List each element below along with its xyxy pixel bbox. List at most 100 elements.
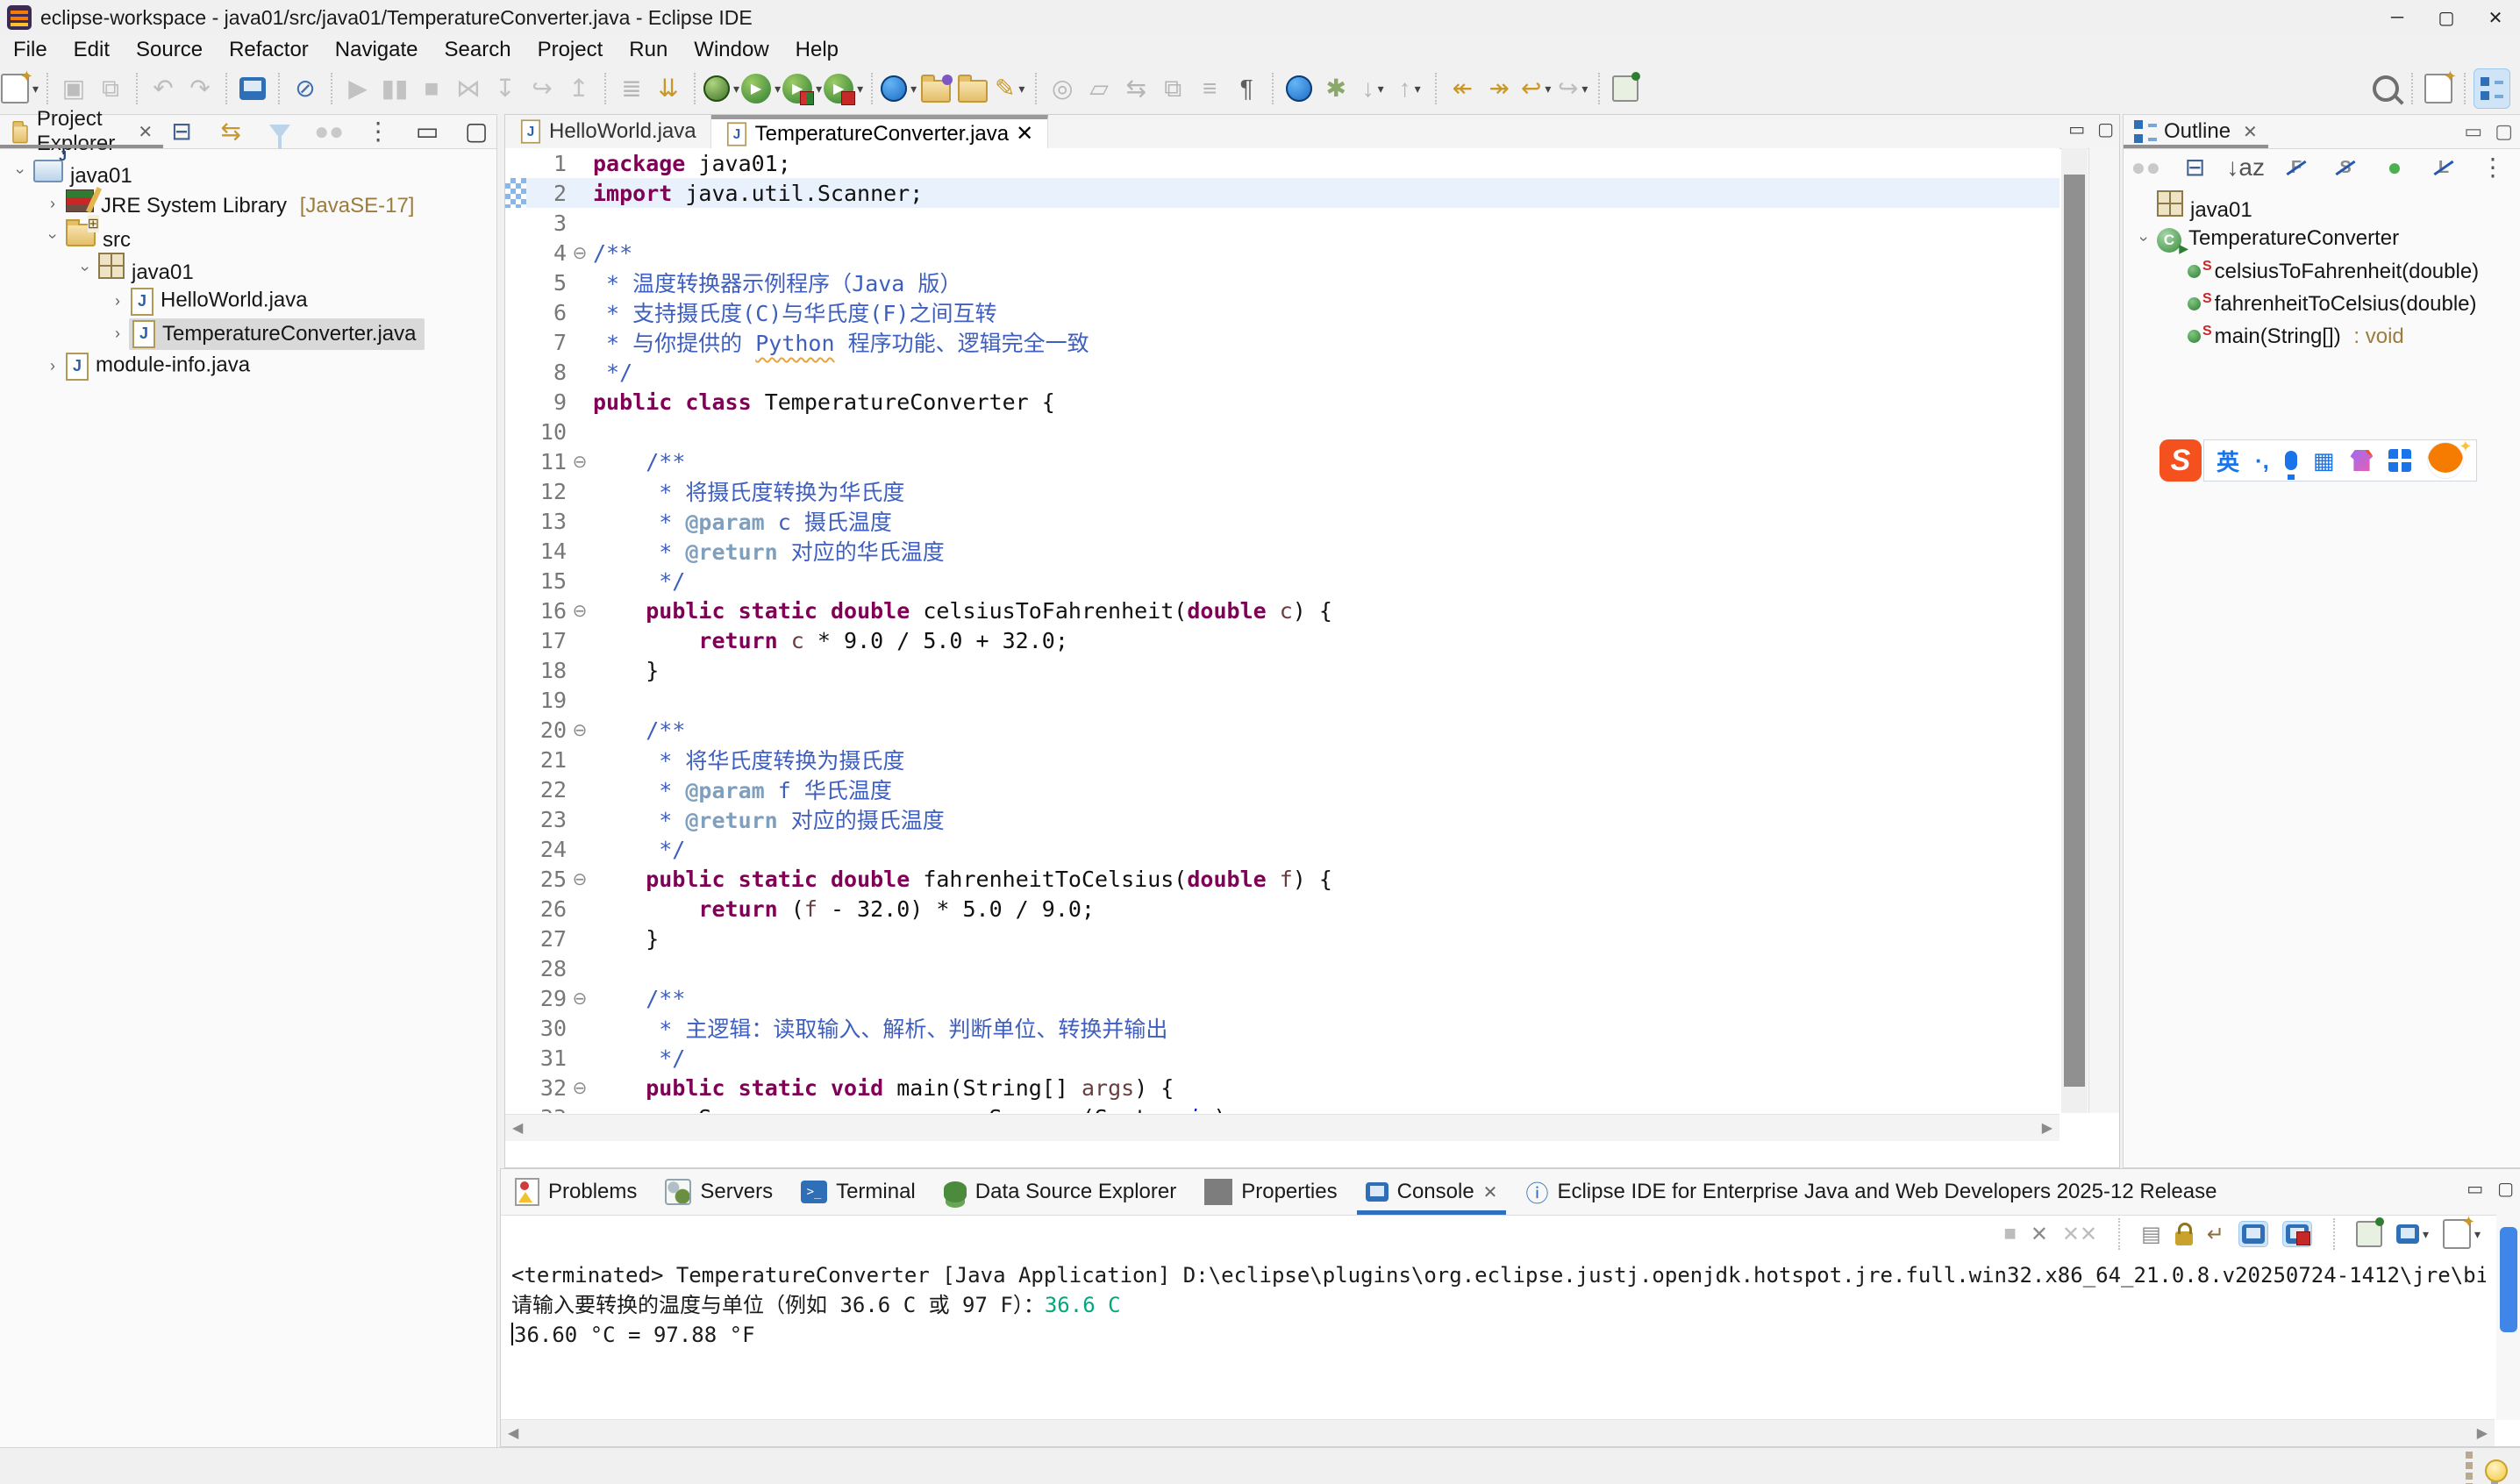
code-line-26[interactable]: 26 return (f - 32.0) * 5.0 / 9.0; [505, 894, 2060, 924]
ime-language-mode-button[interactable]: 英 [2217, 445, 2239, 477]
team-sync-icon[interactable]: ⇆ [1118, 69, 1153, 108]
explorer-item-java01[interactable]: ›java01 [0, 253, 496, 285]
code-line-8[interactable]: 8 */ [505, 357, 2060, 387]
code-line-33[interactable]: 33 Scanner scanner = new Scanner(System.… [505, 1102, 2060, 1113]
explorer-item-temperatureconverter-java[interactable]: ›JTemperatureConverter.java [0, 317, 496, 350]
web-browser-icon[interactable] [1281, 69, 1317, 108]
scrollbar-thumb[interactable] [2500, 1227, 2517, 1332]
hide-static-icon[interactable]: S [2328, 148, 2363, 187]
explorer-item-module-info-java[interactable]: ›Jmodule-info.java [0, 350, 496, 382]
code-line-24[interactable]: 24 */ [505, 834, 2060, 864]
code-line-29[interactable]: 29⊖ /** [505, 983, 2060, 1013]
code-line-17[interactable]: 17 return c * 9.0 / 5.0 + 32.0; [505, 625, 2060, 655]
menu-search[interactable]: Search [432, 35, 525, 65]
word-wrap-icon[interactable]: ↵ [2207, 1222, 2224, 1247]
save-icon[interactable]: ▣ [56, 69, 91, 108]
redo-icon[interactable]: ↷ [182, 69, 218, 108]
code-line-5[interactable]: 5 * 温度转换器示例程序（Java 版） [505, 268, 2060, 297]
format-icon[interactable]: ≡ [1192, 69, 1227, 108]
back-icon[interactable]: ↩▾ [1518, 69, 1553, 108]
sort-icon[interactable]: ↓az [2226, 148, 2265, 187]
next-annotation-icon[interactable]: ↓▾ [1355, 69, 1390, 108]
menu-file[interactable]: File [0, 35, 61, 65]
show-stderr-icon[interactable] [2282, 1221, 2312, 1247]
undo-icon[interactable]: ↶ [146, 69, 181, 108]
tab-problems[interactable]: Problems [501, 1169, 651, 1215]
menu-refactor[interactable]: Refactor [216, 35, 322, 65]
outline-item-java01[interactable]: java01 [2124, 190, 2520, 223]
minimize-view-icon[interactable]: ▭ [2464, 120, 2482, 143]
menu-edit[interactable]: Edit [61, 35, 123, 65]
pin-editor-icon[interactable] [1608, 69, 1643, 108]
console-vertical-scrollbar[interactable] [2496, 1215, 2520, 1420]
code-line-10[interactable]: 10 [505, 417, 2060, 446]
fold-collapse-icon[interactable]: ⊖ [567, 1077, 593, 1099]
tree-collapse-arrow-icon[interactable]: › [44, 225, 62, 248]
code-line-6[interactable]: 6 * 支持摄氏度(C)与华氏度(F)之间互转 [505, 297, 2060, 327]
minimize-window-button[interactable]: ─ [2373, 0, 2422, 35]
fold-collapse-icon[interactable]: ⊖ [567, 868, 593, 890]
debug-icon[interactable]: ▾ [703, 69, 739, 108]
hide-fields-icon[interactable]: F [2279, 148, 2314, 187]
clear-console-icon[interactable]: ▤ [2141, 1222, 2161, 1247]
tab-properties[interactable]: Properties [1190, 1169, 1351, 1215]
code-line-30[interactable]: 30 * 主逻辑：读取输入、解析、判断单位、转换并输出 [505, 1013, 2060, 1043]
disconnect-icon[interactable]: ⋈ [451, 69, 486, 108]
editor-vertical-scrollbar[interactable] [2061, 148, 2088, 1113]
resume-icon[interactable]: ▶ [340, 69, 375, 108]
tree-collapse-arrow-icon[interactable]: › [76, 258, 95, 281]
minimize-view-icon[interactable]: ▭ [2068, 118, 2085, 140]
tab-project-explorer[interactable]: Project Explorer ✕ [0, 115, 163, 148]
minimize-view-icon[interactable]: ▭ [410, 112, 445, 151]
scroll-lock-icon[interactable] [2175, 1223, 2193, 1245]
eraser-icon[interactable]: ▱ [1082, 69, 1117, 108]
code-line-1[interactable]: 1package java01; [505, 148, 2060, 178]
hide-non-public-icon[interactable]: ● [2377, 148, 2412, 187]
tab-outline[interactable]: Outline ✕ [2124, 115, 2268, 148]
open-type-icon[interactable] [918, 69, 953, 108]
open-resource-icon[interactable] [955, 69, 990, 108]
view-menu-icon[interactable]: ⋮ [361, 112, 396, 151]
menu-project[interactable]: Project [525, 35, 617, 65]
tab-servers[interactable]: Servers [651, 1169, 787, 1215]
open-console-icon[interactable]: ▾ [2443, 1219, 2481, 1249]
editor-tab-helloworld-java[interactable]: JHelloWorld.java [505, 115, 711, 148]
code-line-4[interactable]: 4⊖/** [505, 238, 2060, 268]
remove-all-terminated-icon[interactable]: ✕✕ [2062, 1222, 2097, 1247]
menu-window[interactable]: Window [681, 35, 782, 65]
apps-grid-icon[interactable] [2388, 449, 2411, 472]
launch-config-icon[interactable]: ⇊ [651, 69, 686, 108]
code-line-16[interactable]: 16⊖ public static double celsiusToFahren… [505, 596, 2060, 625]
tab-console[interactable]: Console✕ [1352, 1169, 1512, 1215]
console-horizontal-scrollbar[interactable]: ◀ ▶ [501, 1419, 2495, 1446]
scrollbar-thumb[interactable] [2064, 175, 2085, 1087]
explorer-item-java01[interactable]: ›java01 [0, 155, 496, 188]
explorer-item-jre-system-library[interactable]: ›JRE System Library [JavaSE-17] [0, 188, 496, 220]
outline-item-temperatureconverter[interactable]: ›C▶TemperatureConverter [2124, 223, 2520, 255]
scroll-left-arrow-icon[interactable]: ◀ [512, 1119, 523, 1137]
keyboard-icon[interactable]: ▦ [2313, 447, 2335, 474]
tree-collapse-arrow-icon[interactable]: › [11, 161, 30, 183]
previous-annotation-icon[interactable]: ↑▾ [1392, 69, 1427, 108]
code-editor[interactable]: 1package java01;2import java.util.Scanne… [505, 148, 2060, 1113]
open-console-shortcut-icon[interactable] [235, 69, 270, 108]
code-line-14[interactable]: 14 * @return 对应的华氏温度 [505, 536, 2060, 566]
close-icon[interactable]: ✕ [2243, 121, 2258, 143]
outline-item-main-string-[interactable]: Smain(String[]) : void [2124, 320, 2520, 353]
code-line-3[interactable]: 3 [505, 208, 2060, 238]
fold-collapse-icon[interactable]: ⊖ [567, 242, 593, 264]
mark-occurrences-icon[interactable]: ✎▾ [992, 69, 1027, 108]
outline-item-fahrenheittocelsius-double-[interactable]: SfahrenheitToCelsius(double) [2124, 288, 2520, 320]
explorer-item-helloworld-java[interactable]: ›JHelloWorld.java [0, 285, 496, 317]
ime-punctuation-button[interactable]: ·, [2255, 447, 2269, 474]
filter-icon[interactable] [262, 112, 297, 151]
search-icon[interactable] [2368, 69, 2403, 108]
collapse-all-icon[interactable]: ⊟ [2177, 148, 2212, 187]
menu-run[interactable]: Run [616, 35, 681, 65]
step-return-icon[interactable]: ↥ [561, 69, 596, 108]
code-line-21[interactable]: 21 * 将华氏度转换为摄氏度 [505, 745, 2060, 774]
scroll-right-arrow-icon[interactable]: ▶ [2042, 1119, 2052, 1137]
coverage-icon[interactable]: ▶▾ [782, 69, 822, 108]
skip-breakpoints-icon[interactable]: ⊘ [288, 69, 323, 108]
fold-collapse-icon[interactable]: ⊖ [567, 988, 593, 1010]
